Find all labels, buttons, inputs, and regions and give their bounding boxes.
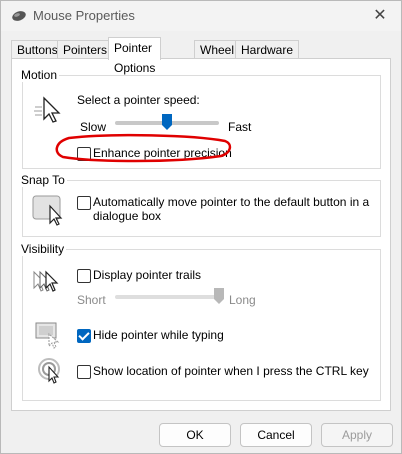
- apply-button[interactable]: Apply: [321, 423, 393, 447]
- snap-to-group: Snap To Automatically move pointer to th…: [19, 173, 381, 237]
- motion-group: Motion Select a pointer speed: Slow Fast…: [19, 68, 381, 169]
- hide-pointer-icon: [35, 322, 60, 349]
- cancel-button[interactable]: Cancel: [240, 423, 312, 447]
- pointer-trails-label[interactable]: Display pointer trails: [93, 268, 201, 282]
- visibility-group-label: Visibility: [19, 242, 67, 256]
- show-location-label[interactable]: Show location of pointer when I press th…: [93, 364, 369, 378]
- motion-group-label: Motion: [19, 68, 60, 82]
- hide-pointer-checkbox[interactable]: [77, 329, 91, 343]
- fast-label: Fast: [228, 120, 252, 134]
- tab-pointers[interactable]: Pointers: [57, 40, 114, 59]
- pointer-options-panel: Motion Select a pointer speed: Slow Fast…: [11, 58, 391, 411]
- pointer-speed-icon: [34, 96, 61, 123]
- trail-length-slider-thumb[interactable]: [214, 288, 224, 304]
- trail-length-slider[interactable]: [115, 295, 219, 299]
- long-label: Long: [229, 293, 256, 307]
- pointer-speed-slider-thumb[interactable]: [162, 114, 172, 130]
- slow-label: Slow: [80, 120, 107, 134]
- tab-buttons[interactable]: Buttons: [11, 40, 64, 59]
- snap-to-checkbox[interactable]: [77, 196, 91, 210]
- pointer-trails-checkbox[interactable]: [77, 269, 91, 283]
- tab-pointer-options[interactable]: Pointer Options: [108, 37, 162, 75]
- tab-wheel[interactable]: Wheel: [194, 40, 241, 59]
- tab-hardware[interactable]: Hardware: [235, 40, 300, 59]
- visibility-group: Visibility Display pointer trails Short …: [19, 242, 381, 401]
- hide-pointer-label[interactable]: Hide pointer while typing: [93, 328, 224, 342]
- ok-button[interactable]: OK: [159, 423, 231, 447]
- speed-label: Select a pointer speed:: [77, 93, 200, 107]
- snap-to-group-label: Snap To: [19, 173, 67, 187]
- snap-to-label-line2[interactable]: dialogue box: [93, 209, 161, 223]
- enhance-precision-label[interactable]: Enhance pointer precision: [93, 146, 232, 160]
- mouse-properties-window: Mouse Properties ✕ Buttons Pointers Poin…: [0, 0, 402, 454]
- enhance-precision-checkbox[interactable]: [77, 147, 91, 161]
- mouse-icon: [12, 11, 26, 21]
- show-location-checkbox[interactable]: [77, 365, 91, 379]
- show-location-icon: [38, 358, 60, 384]
- close-icon[interactable]: ✕: [367, 5, 393, 27]
- pointer-trails-icon: [33, 270, 59, 292]
- window-title: Mouse Properties: [33, 8, 135, 23]
- snap-to-label-line1[interactable]: Automatically move pointer to the defaul…: [93, 195, 369, 209]
- snap-to-icon: [32, 195, 63, 226]
- title-bar: Mouse Properties ✕: [1, 1, 401, 31]
- short-label: Short: [77, 293, 106, 307]
